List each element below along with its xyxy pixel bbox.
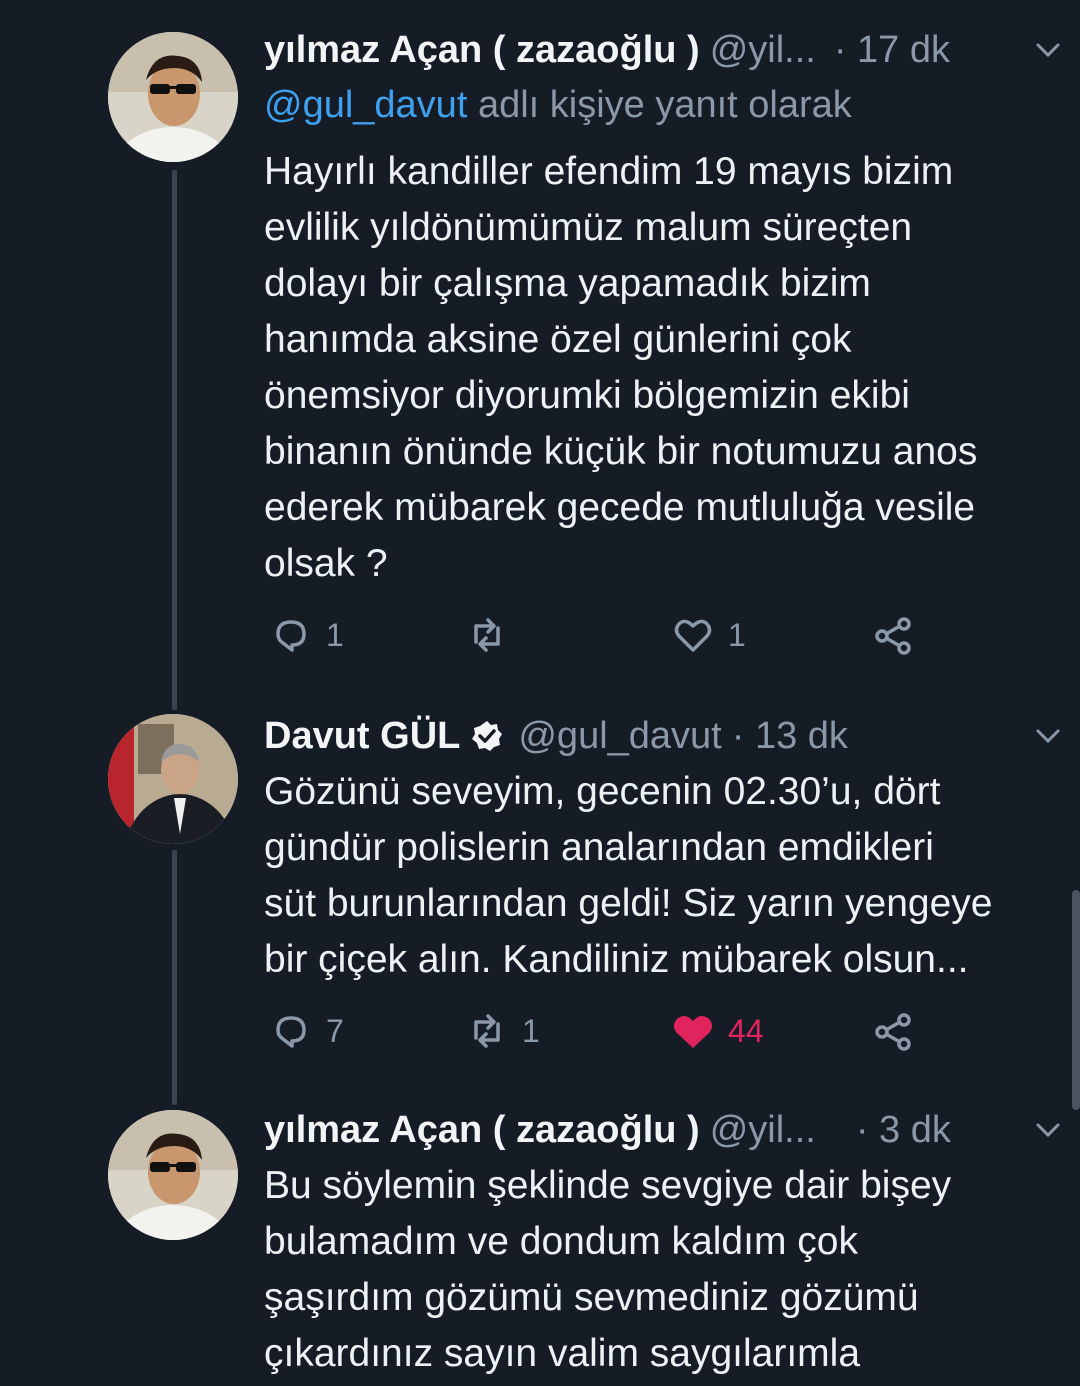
display-name[interactable]: yılmaz Açan ( zazaoğlu ) — [264, 29, 700, 72]
heart-icon — [674, 1015, 712, 1048]
reply-button[interactable]: 1 — [268, 612, 344, 658]
tweet-header: yılmaz Açan ( zazaoğlu ) @yil... · 17 dk — [264, 22, 1050, 78]
retweet-button[interactable]: 1 — [464, 1008, 540, 1054]
chevron-down-icon[interactable] — [1028, 1110, 1068, 1150]
retweet-count: 1 — [522, 1012, 540, 1049]
like-count: 44 — [728, 1012, 764, 1049]
retweet-icon — [474, 1014, 500, 1048]
reply-icon — [276, 1016, 306, 1048]
display-name[interactable]: yılmaz Açan ( zazaoğlu ) — [264, 1109, 700, 1152]
tweet-text: Gözünü seveyim, gecenin 02.30’u, dört gü… — [264, 770, 993, 981]
tweet-header: Davut GÜL @gul_davut · 13 dk — [264, 708, 1050, 764]
tweet-header: yılmaz Açan ( zazaoğlu ) @yil... · 3 dk — [264, 1102, 1050, 1158]
like-count: 1 — [728, 616, 746, 653]
retweet-button[interactable] — [464, 612, 522, 658]
tweet-actions: 1 1 — [264, 612, 944, 662]
avatar[interactable] — [108, 714, 238, 844]
retweet-icon — [474, 618, 500, 652]
user-handle[interactable]: @gul_davut — [518, 715, 721, 758]
reply-icon — [276, 620, 306, 652]
tweet[interactable]: yılmaz Açan ( zazaoğlu ) @yil... · 3 dk … — [0, 1102, 1080, 1386]
timestamp[interactable]: · 3 dk — [856, 1109, 951, 1152]
tweet[interactable]: Davut GÜL @gul_davut · 13 dk Gözünü seve… — [0, 708, 1080, 1051]
tweet-text: Bu söylemin şeklinde sevgiye dair bişey … — [264, 1164, 952, 1375]
scrollbar[interactable] — [1072, 890, 1080, 1110]
mention-link[interactable]: @gul_davut — [264, 84, 467, 126]
share-icon — [875, 1013, 911, 1051]
timestamp[interactable]: · 17 dk — [834, 29, 950, 72]
display-name[interactable]: Davut GÜL — [264, 715, 460, 758]
like-button[interactable]: 44 — [670, 1008, 764, 1054]
avatar[interactable] — [108, 1110, 238, 1240]
user-handle[interactable]: @yil... — [710, 1109, 816, 1152]
share-icon — [875, 617, 911, 655]
tweet-text: Hayırlı kandiller efendim 19 mayıs bizim… — [264, 150, 978, 585]
chevron-down-icon[interactable] — [1028, 716, 1068, 756]
share-button[interactable] — [870, 612, 916, 658]
reply-button[interactable]: 7 — [268, 1008, 344, 1054]
reply-count: 1 — [326, 616, 344, 653]
tweet[interactable]: yılmaz Açan ( zazaoğlu ) @yil... · 17 dk… — [0, 22, 1080, 672]
avatar[interactable] — [108, 32, 238, 162]
timestamp[interactable]: · 13 dk — [732, 715, 848, 758]
heart-icon — [674, 619, 712, 652]
reply-context-text: adlı kişiye yanıt olarak — [467, 84, 852, 126]
verified-badge-icon — [472, 721, 503, 751]
like-button[interactable]: 1 — [670, 612, 746, 658]
user-handle[interactable]: @yil... — [710, 29, 816, 72]
share-button[interactable] — [870, 1008, 916, 1054]
reply-context: @gul_davut adlı kişiye yanıt olarak — [264, 84, 852, 127]
tweet-actions: 7 1 44 — [264, 1008, 944, 1058]
chevron-down-icon[interactable] — [1028, 30, 1068, 70]
reply-count: 7 — [326, 1012, 344, 1049]
